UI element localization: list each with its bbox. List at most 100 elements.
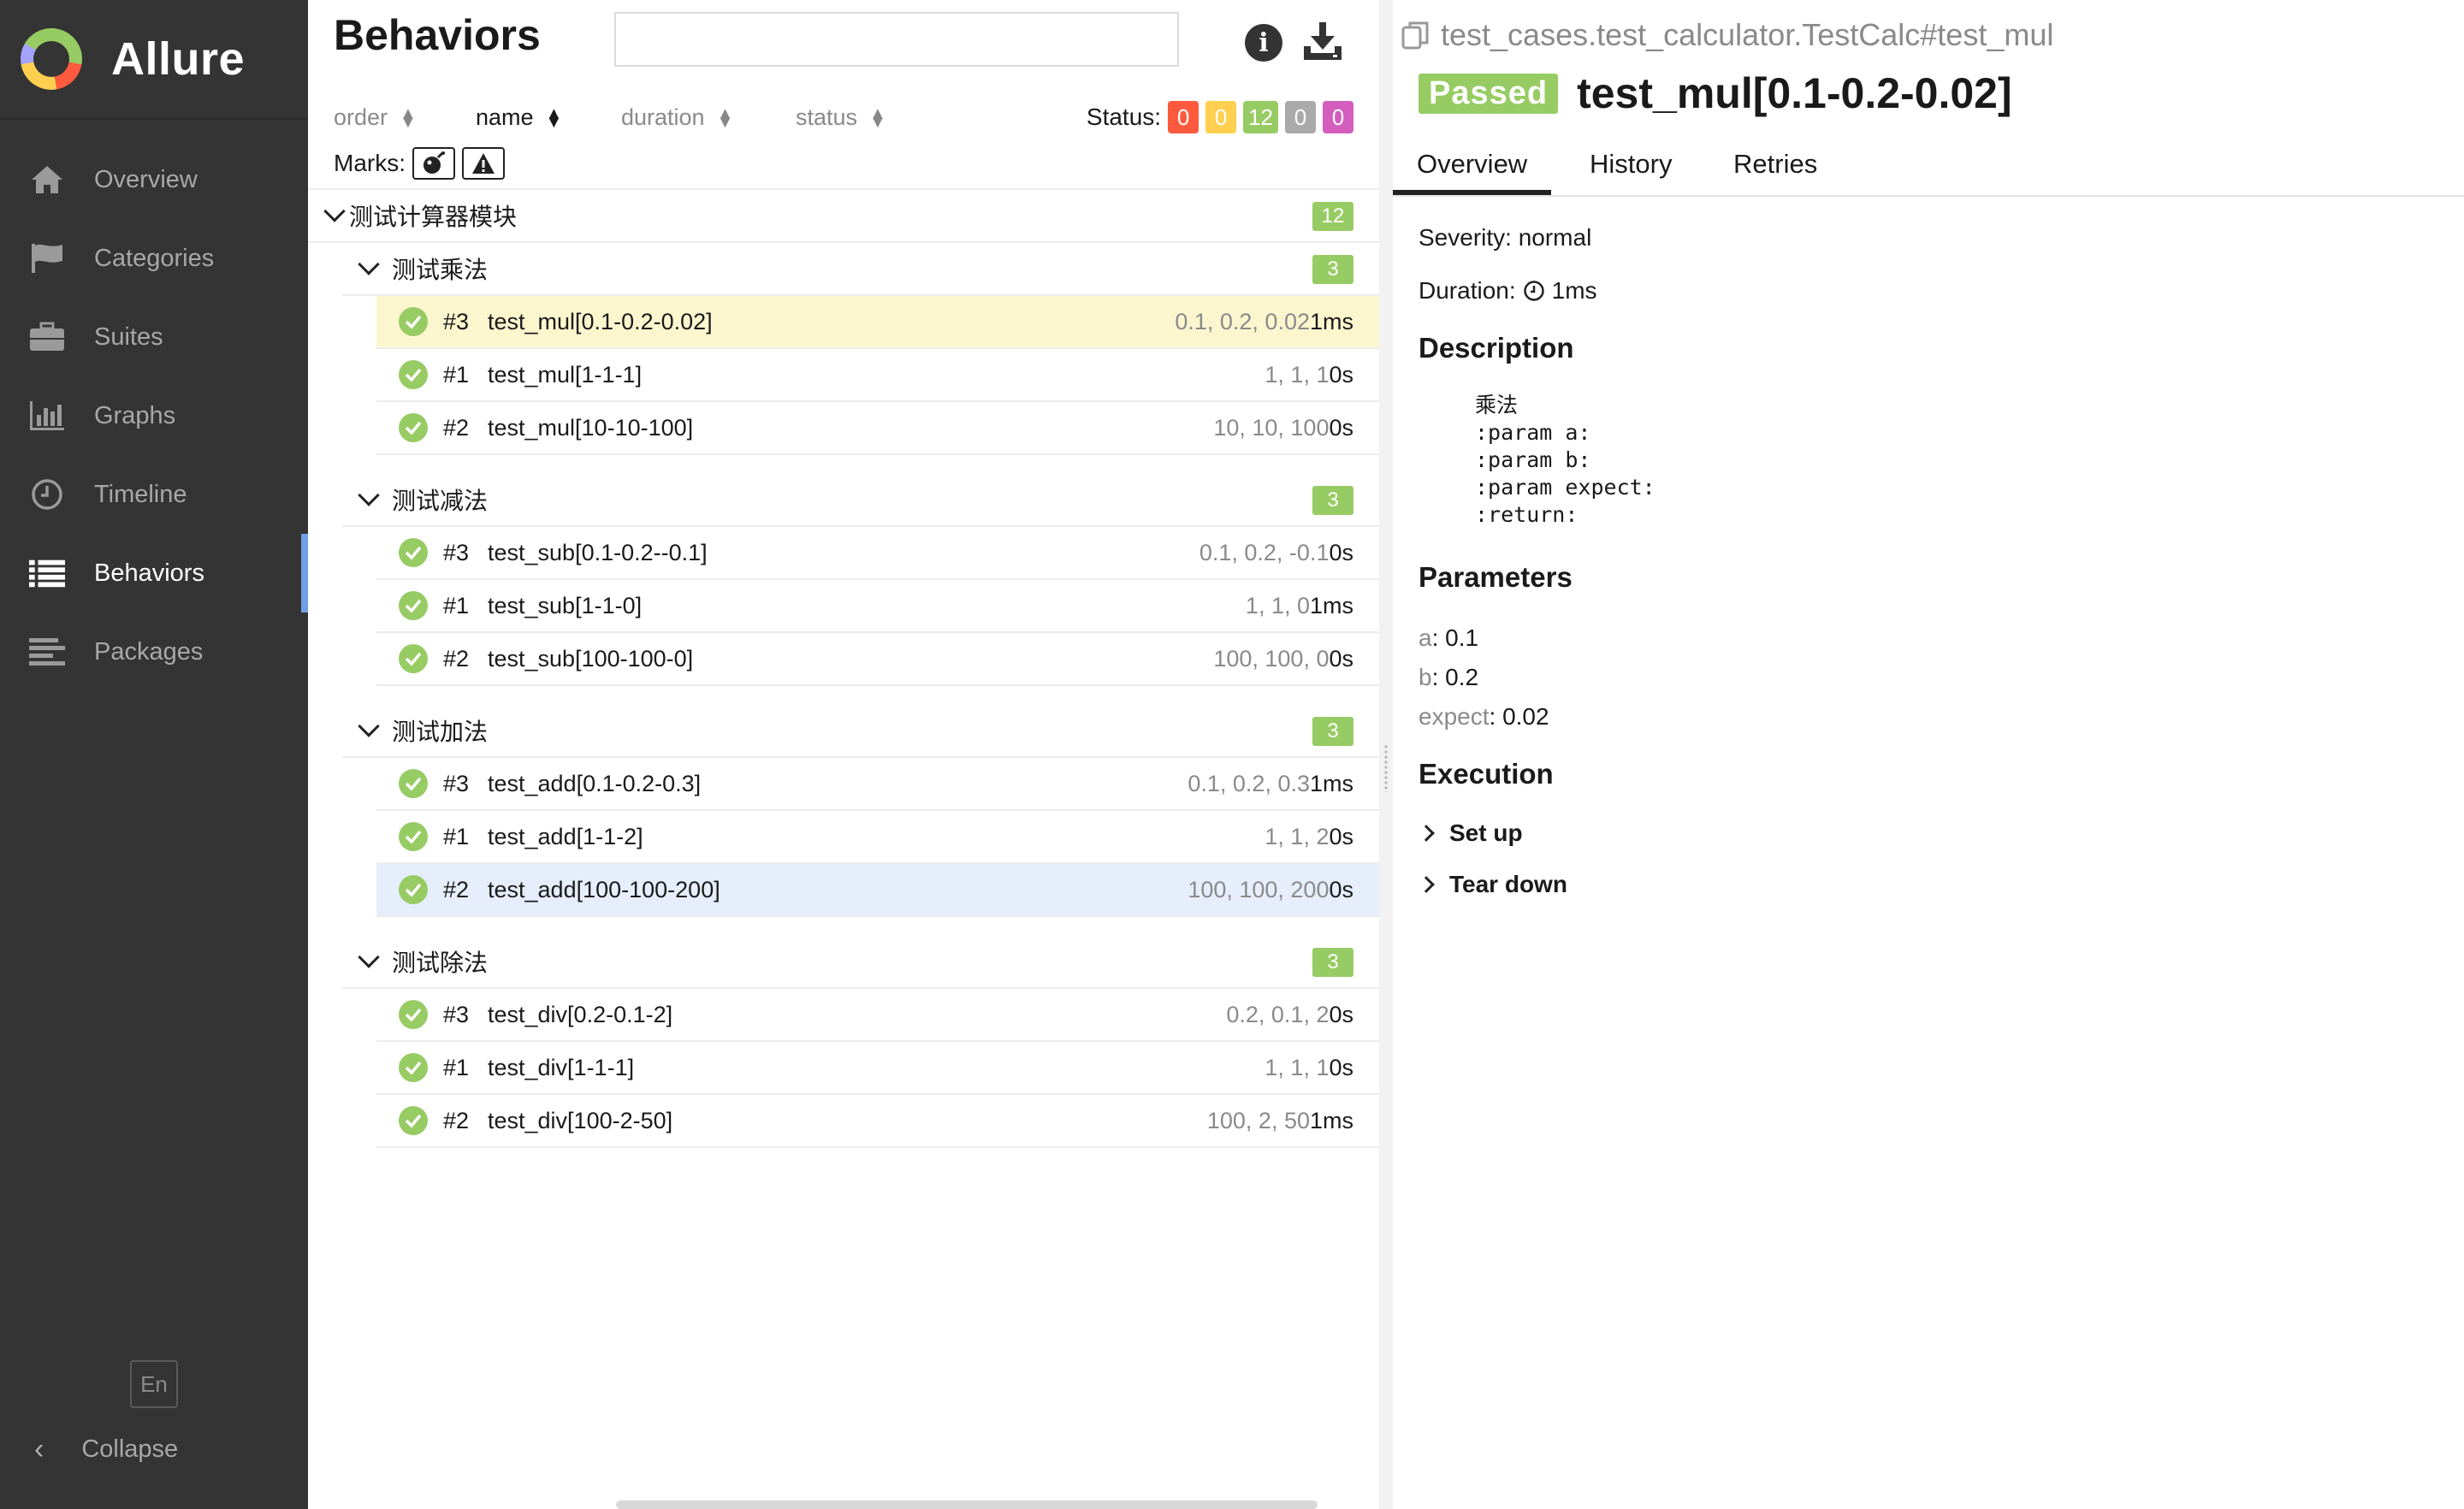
setup-toggle[interactable]: Set up (1418, 820, 1523, 847)
test-params-values: 0.1, 0.2, 0.02 (1175, 308, 1310, 334)
test-row[interactable]: #3 test_mul[0.1-0.2-0.02] 0.1, 0.2, 0.021m… (376, 296, 1379, 349)
test-duration: 0s (1329, 361, 1353, 388)
status-count-passed[interactable]: 12 (1243, 101, 1278, 133)
test-row[interactable]: #3 test_sub[0.1-0.2--0.1] 0.1, 0.2, -0.10s (376, 527, 1379, 580)
sort-order[interactable]: order ▲ ▼ (334, 104, 417, 131)
test-row[interactable]: #3 test_div[0.2-0.1-2] 0.2, 0.1, 20s (376, 989, 1379, 1042)
sort-name[interactable]: name ▲ ▼ (476, 104, 562, 131)
sort-status[interactable]: status ▲ ▼ (796, 104, 886, 131)
test-row[interactable]: #2 test_sub[100-100-0] 100, 100, 00s (376, 633, 1379, 686)
sidebar-item-label: Suites (94, 323, 163, 351)
test-row[interactable]: #1 test_add[1-1-2] 1, 1, 20s (376, 811, 1379, 864)
sort-icon: ▲ ▼ (400, 104, 417, 132)
info-icon[interactable]: i (1245, 24, 1282, 62)
sort-duration[interactable]: duration ▲ ▼ (621, 104, 733, 131)
chevron-down-icon (323, 200, 346, 222)
root-node-name: 测试计算器模块 (349, 204, 518, 230)
clock-icon (1523, 281, 1544, 301)
status-count-failed[interactable]: 0 (1168, 101, 1199, 133)
sidebar-item-label: Categories (94, 244, 215, 272)
test-row[interactable]: #1 test_mul[1-1-1] 1, 1, 10s (376, 349, 1379, 402)
search-input[interactable] (614, 12, 1179, 67)
group-row[interactable]: 测试加法 3 (342, 705, 1379, 758)
test-row[interactable]: #2 test_add[100-100-200] 100, 100, 2000s (376, 864, 1379, 917)
test-name: test_div[0.2-0.1-2] (488, 1001, 673, 1027)
test-duration: 0s (1329, 539, 1353, 565)
test-order: #2 (443, 876, 470, 902)
test-params-values: 100, 100, 0 (1213, 645, 1330, 672)
test-row[interactable]: #2 test_div[100-2-50] 100, 2, 501ms (376, 1095, 1379, 1148)
status-count-skipped[interactable]: 0 (1285, 101, 1316, 133)
status-badge: Passed (1419, 73, 1559, 114)
execution-title: Execution (1419, 758, 1554, 790)
test-params: 1, 1, 10s (1265, 1055, 1353, 1081)
align-left-icon (29, 634, 65, 670)
flaky-mark-toggle[interactable] (412, 147, 455, 180)
check-circle-icon (399, 307, 428, 336)
copy-icon[interactable] (1401, 21, 1430, 50)
chevron-down-icon (358, 484, 380, 506)
splitter-grip[interactable] (1383, 744, 1389, 792)
teardown-toggle[interactable]: Tear down (1418, 871, 1567, 898)
chevron-right-icon (1418, 876, 1435, 893)
group-row[interactable]: 测试乘法 3 (342, 243, 1379, 296)
severity: Severity: normal (1419, 224, 1592, 251)
bomb-icon (424, 151, 445, 174)
test-order: #1 (443, 1054, 470, 1080)
check-circle-icon (399, 769, 428, 798)
check-circle-icon (399, 1053, 428, 1082)
sidebar-item-graphs[interactable]: Graphs (0, 376, 308, 455)
parameter-key: a (1419, 624, 1432, 651)
brand[interactable]: Allure (0, 0, 308, 120)
status-count-unknown[interactable]: 0 (1323, 101, 1353, 133)
count-badge: 3 (1312, 255, 1353, 284)
allure-logo (21, 28, 82, 90)
bar-chart-icon (29, 398, 65, 434)
sidebar-item-packages[interactable]: Packages (0, 612, 308, 691)
test-order: #3 (443, 770, 470, 796)
group-row[interactable]: 测试减法 3 (342, 474, 1379, 527)
setup-label: Set up (1449, 820, 1523, 846)
test-row[interactable]: #2 test_mul[10-10-100] 10, 10, 1000s (376, 402, 1379, 455)
group-name: 测试加法 (392, 719, 489, 745)
tree-root-node[interactable]: 测试计算器模块 12 (308, 190, 1379, 243)
test-params: 0.2, 0.1, 20s (1226, 1002, 1353, 1028)
test-name: test_sub[100-100-0] (488, 645, 694, 672)
test-params: 100, 100, 00s (1213, 646, 1353, 672)
marks-label: Marks: (334, 150, 406, 176)
test-params-values: 1, 1, 0 (1245, 592, 1310, 618)
sidebar-item-categories[interactable]: Categories (0, 219, 308, 298)
sidebar-item-label: Overview (94, 165, 198, 193)
test-row[interactable]: #1 test_div[1-1-1] 1, 1, 10s (376, 1042, 1379, 1095)
test-params-values: 10, 10, 100 (1213, 414, 1330, 441)
collapse-button[interactable]: ‹ Collapse (0, 1423, 178, 1475)
tab-overview[interactable]: Overview (1393, 147, 1552, 195)
sidebar-item-suites[interactable]: Suites (0, 298, 308, 376)
test-duration: 0s (1329, 876, 1353, 902)
sidebar-item-timeline[interactable]: Timeline (0, 455, 308, 534)
sidebar-item-behaviors[interactable]: Behaviors (0, 534, 308, 612)
tab-retries[interactable]: Retries (1709, 147, 1841, 195)
group-name: 测试减法 (392, 488, 489, 514)
chevron-down-icon (358, 715, 380, 737)
sidebar-item-overview[interactable]: Overview (0, 140, 308, 219)
language-selector[interactable]: En (130, 1360, 178, 1408)
test-row[interactable]: #3 test_add[0.1-0.2-0.3] 0.1, 0.2, 0.31ms (376, 758, 1379, 811)
group-row[interactable]: 测试除法 3 (342, 936, 1379, 989)
horizontal-scrollbar[interactable] (616, 1500, 1318, 1509)
download-icon[interactable] (1302, 21, 1343, 62)
feature-groups: 测试乘法 3 #3 test_mul[0.1-0.2-0.02] 0.1, 0.2, 0… (308, 243, 1379, 1167)
breadcrumb-text: test_cases.test_calculator.TestCalc#test… (1441, 17, 2054, 52)
new-failed-mark-toggle[interactable] (462, 147, 505, 180)
behaviors-header: Behaviors i (308, 0, 1379, 94)
sort-icon: ▲ ▼ (869, 104, 886, 132)
status-count-broken[interactable]: 0 (1205, 101, 1237, 133)
detail-tabs: Overview History Retries (1393, 139, 2464, 197)
test-row[interactable]: #1 test_sub[1-1-0] 1, 1, 01ms (376, 580, 1379, 633)
test-params: 100, 100, 2000s (1188, 877, 1353, 903)
tab-history[interactable]: History (1566, 147, 1696, 195)
teardown-label: Tear down (1449, 871, 1567, 897)
